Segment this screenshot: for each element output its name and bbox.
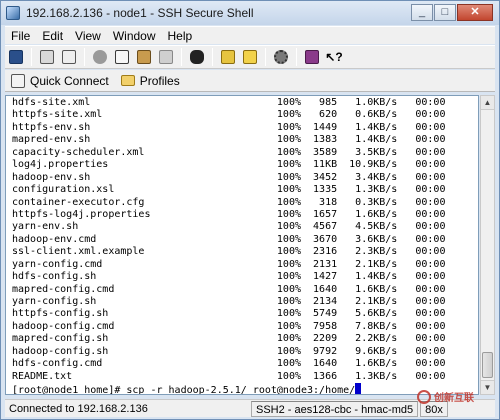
menu-file[interactable]: File — [5, 27, 36, 45]
prompt-command-text: [root@node1 home]# scp -r hadoop-2.5.1/ … — [12, 385, 356, 395]
terminal-file-row: hdfs-config.sh 100% 1427 1.4KB/s 00:00 — [12, 271, 446, 283]
menu-edit[interactable]: Edit — [36, 27, 69, 45]
terminal-file-row: mapred-config.sh 100% 2209 2.2KB/s 00:00 — [12, 333, 446, 345]
context-help-button[interactable]: ↖? — [324, 47, 344, 67]
terminal-file-row: hadoop-config.sh 100% 9792 9.6KB/s 00:00 — [12, 345, 446, 357]
watermark-logo: 创新互联 — [417, 389, 474, 404]
paste-button[interactable] — [134, 47, 154, 67]
toolbar-separator — [265, 48, 266, 66]
terminal-file-row: httpfs-site.xml 100% 620 0.6KB/s 00:00 — [12, 109, 446, 121]
terminal-file-row: mapred-env.sh 100% 1383 1.4KB/s 00:00 — [12, 134, 446, 146]
menu-bar: File Edit View Window Help — [5, 26, 495, 44]
scroll-down-arrow[interactable]: ▼ — [481, 380, 494, 394]
new-terminal-icon — [243, 50, 257, 64]
protocol-status: SSH2 - aes128-cbc - hmac-md5 — [251, 400, 419, 417]
print-preview-button[interactable] — [59, 47, 79, 67]
minimize-button[interactable]: _ — [411, 4, 433, 21]
folder-icon — [120, 75, 135, 86]
menu-help[interactable]: Help — [162, 27, 199, 45]
maximize-button[interactable]: □ — [434, 4, 456, 21]
find-button[interactable] — [187, 47, 207, 67]
terminal-output[interactable]: hdfs-site.xml 100% 985 1.0KB/s 00:00 http… — [5, 95, 479, 395]
save-icon — [9, 50, 23, 64]
terminal-file-row: configuration.xsl 100% 1335 1.3KB/s 00:0… — [12, 184, 446, 196]
watermark-text: 创新互联 — [434, 393, 474, 404]
ssh-app-icon — [6, 6, 20, 20]
quick-connect-icon — [11, 73, 25, 88]
new-file-transfer-icon — [221, 50, 235, 64]
window-title: 192.168.2.136 - node1 - SSH Secure Shell — [26, 6, 254, 20]
terminal-prompt-line: [root@node1 home]# scp -r hadoop-2.5.1/ … — [12, 383, 445, 395]
connect-toolbar: Quick Connect Profiles — [5, 70, 495, 92]
settings-button[interactable] — [271, 47, 291, 67]
ssh-window: 192.168.2.136 - node1 - SSH Secure Shell… — [0, 0, 500, 420]
terminal-scrollbar[interactable]: ▲ ▼ — [480, 95, 495, 395]
help-book-icon — [305, 50, 319, 64]
new-terminal-button[interactable] — [240, 47, 260, 67]
save-button[interactable] — [6, 47, 26, 67]
settings-icon — [274, 50, 288, 64]
title-bar[interactable]: 192.168.2.136 - node1 - SSH Secure Shell… — [1, 1, 499, 25]
terminal-file-row: httpfs-env.sh 100% 1449 1.4KB/s 00:00 — [12, 121, 446, 133]
text-cursor — [355, 383, 362, 394]
terminal-file-row: hadoop-env.cmd 100% 3670 3.6KB/s 00:00 — [12, 233, 446, 245]
terminal-file-row: yarn-config.sh 100% 2134 2.1KB/s 00:00 — [12, 296, 446, 307]
terminal-file-row: log4j.properties 100% 11KB 10.9KB/s 00:0… — [12, 159, 446, 171]
toolbar-separator — [296, 48, 297, 66]
help-book-button[interactable] — [302, 47, 322, 67]
profiles-label: Profiles — [139, 73, 180, 88]
terminal-file-row: yarn-env.sh 100% 4567 4.5KB/s 00:00 — [12, 221, 446, 233]
quick-connect-label: Quick Connect — [30, 73, 109, 88]
paste-gray-icon — [159, 50, 173, 64]
quick-connect-button[interactable]: Quick Connect — [5, 71, 115, 91]
terminal-file-row: README.txt 100% 1366 1.3KB/s 00:00 — [12, 370, 446, 382]
connect-icon — [93, 50, 107, 64]
terminal-file-row: capacity-scheduler.xml 100% 3589 3.5KB/s… — [12, 146, 446, 158]
terminal-file-row: httpfs-config.sh 100% 5749 5.6KB/s 00:00 — [12, 308, 446, 320]
terminal-file-row: ssl-client.xml.example 100% 2316 2.3KB/s… — [12, 246, 446, 258]
copy-button[interactable] — [112, 47, 132, 67]
terminal-file-row: hdfs-config.cmd 100% 1640 1.6KB/s 00:00 — [12, 358, 446, 370]
find-icon — [190, 50, 204, 64]
toolbar-separator — [181, 48, 182, 66]
copy-icon — [115, 50, 129, 64]
menu-window[interactable]: Window — [107, 27, 162, 45]
print-preview-icon — [62, 50, 76, 64]
scroll-up-arrow[interactable]: ▲ — [481, 96, 494, 110]
toolbar-separator — [84, 48, 85, 66]
terminal-file-row: hadoop-env.sh 100% 3452 3.4KB/s 00:00 — [12, 171, 446, 183]
paste-icon — [137, 50, 151, 64]
scroll-thumb[interactable] — [482, 352, 493, 378]
print-button[interactable] — [37, 47, 57, 67]
terminal-file-row: container-executor.cfg 100% 318 0.3KB/s … — [12, 196, 446, 208]
new-file-transfer-button[interactable] — [218, 47, 238, 67]
terminal-file-row: mapred-config.cmd 100% 1640 1.6KB/s 00:0… — [12, 283, 446, 295]
profiles-button[interactable]: Profiles — [115, 71, 186, 91]
terminal-file-row: hadoop-config.cmd 100% 7958 7.8KB/s 00:0… — [12, 320, 446, 332]
connection-status: Connected to 192.168.2.136 — [9, 402, 148, 415]
terminal-lines: hdfs-site.xml 100% 985 1.0KB/s 00:00 http… — [12, 97, 446, 395]
context-help-icon: ↖? — [325, 50, 343, 64]
window-controls: _ □ ✕ — [411, 4, 493, 21]
paste-gray-button[interactable] — [156, 47, 176, 67]
main-toolbar: ↖? — [5, 45, 495, 69]
menu-view[interactable]: View — [69, 27, 107, 45]
terminal-file-row: yarn-config.cmd 100% 2131 2.1KB/s 00:00 — [12, 258, 446, 270]
terminal-file-row: httpfs-log4j.properties 100% 1657 1.6KB/… — [12, 208, 446, 220]
connect-button[interactable] — [90, 47, 110, 67]
print-icon — [40, 50, 54, 64]
toolbar-separator — [31, 48, 32, 66]
watermark-mark-icon — [417, 389, 431, 404]
toolbar-separator — [212, 48, 213, 66]
close-button[interactable]: ✕ — [457, 4, 493, 21]
terminal-file-row: hdfs-site.xml 100% 985 1.0KB/s 00:00 — [12, 97, 446, 108]
